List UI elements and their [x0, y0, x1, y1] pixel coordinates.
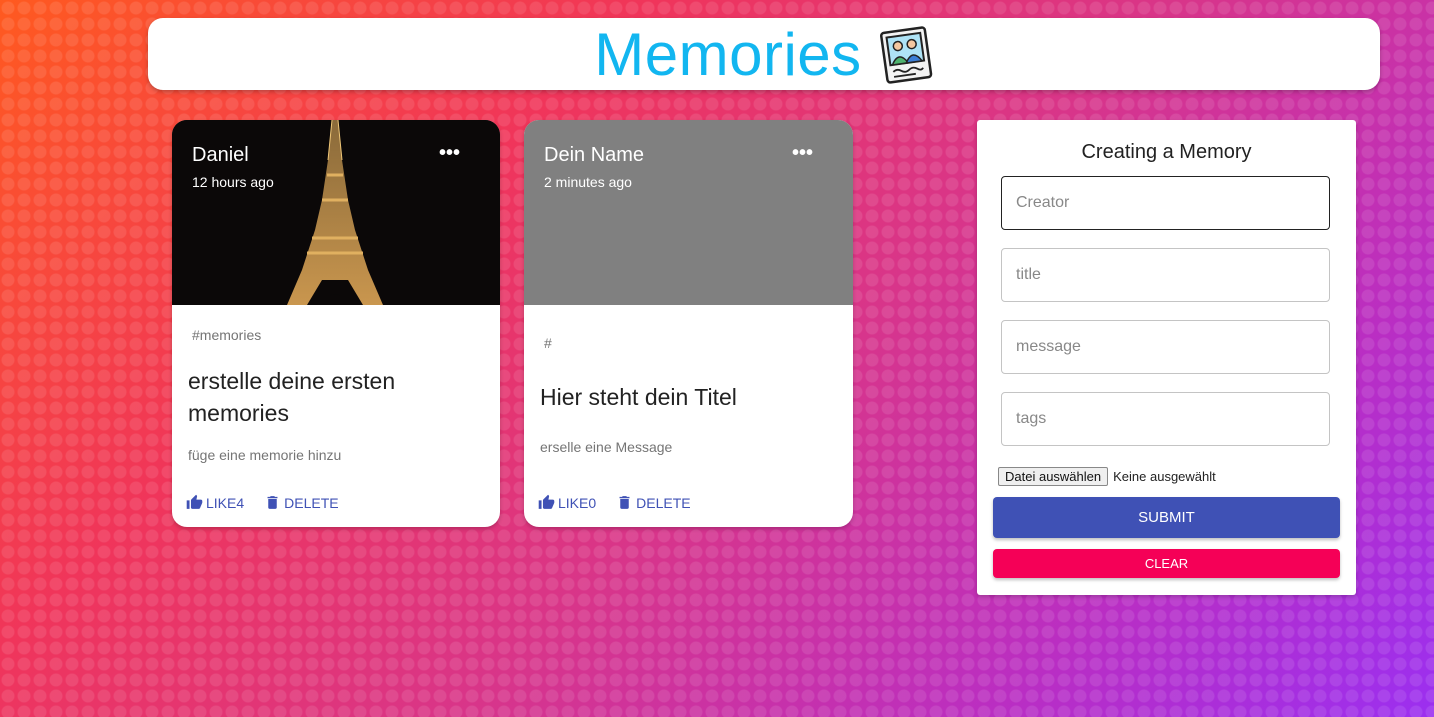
title-input[interactable]: [1001, 248, 1330, 302]
like-button[interactable]: LIKE4: [186, 494, 244, 511]
message-input[interactable]: [1001, 320, 1330, 374]
delete-label: DELETE: [284, 494, 339, 511]
post-tags: #memories: [192, 327, 262, 343]
trash-icon: [619, 496, 630, 509]
create-memory-form: Creating a Memory Datei auswählen Keine …: [977, 120, 1356, 595]
memory-card: Dein Name 2 minutes ago ••• # Hier steht…: [524, 120, 853, 527]
more-options-icon[interactable]: •••: [439, 143, 460, 163]
photo-memories-icon: [879, 26, 932, 84]
post-creator: Daniel: [192, 144, 249, 166]
more-options-icon[interactable]: •••: [792, 143, 813, 163]
creator-input[interactable]: [1001, 176, 1330, 230]
post-actions: LIKE4 DELETE: [186, 494, 339, 511]
delete-label: DELETE: [636, 494, 691, 511]
choose-file-button[interactable]: Datei auswählen: [998, 467, 1109, 486]
post-message: füge eine memorie hinzu: [188, 447, 342, 463]
like-label: LIKE4: [206, 494, 245, 511]
thumb-up-icon: [186, 494, 203, 509]
file-status: Keine ausgewählt: [1113, 469, 1216, 484]
trash-icon: [267, 496, 278, 509]
memory-card: Daniel 12 hours ago ••• #memories erstel…: [172, 120, 500, 527]
post-actions: LIKE0 DELETE: [538, 494, 691, 511]
tags-input[interactable]: [1001, 392, 1330, 446]
submit-button[interactable]: SUBMIT: [993, 497, 1340, 538]
thumb-up-icon: [538, 494, 555, 509]
file-picker: Datei auswählen Keine ausgewählt: [998, 467, 1216, 486]
clear-button[interactable]: CLEAR: [993, 549, 1340, 578]
post-time: 12 hours ago: [192, 174, 274, 190]
form-title: Creating a Memory: [1081, 141, 1252, 163]
delete-button[interactable]: DELETE: [264, 494, 339, 511]
post-time: 2 minutes ago: [544, 174, 632, 190]
post-message: erselle eine Message: [540, 439, 673, 455]
app-header: Memories: [148, 18, 1380, 90]
post-creator: Dein Name: [544, 144, 645, 166]
post-title: erstelle deine ersten memories: [188, 368, 396, 426]
post-title: Hier steht dein Titel: [540, 384, 737, 410]
app-title: Memories: [594, 20, 862, 88]
post-tags: #: [544, 335, 552, 351]
like-button[interactable]: LIKE0: [538, 494, 596, 511]
like-label: LIKE0: [558, 494, 597, 511]
delete-button[interactable]: DELETE: [616, 494, 691, 511]
